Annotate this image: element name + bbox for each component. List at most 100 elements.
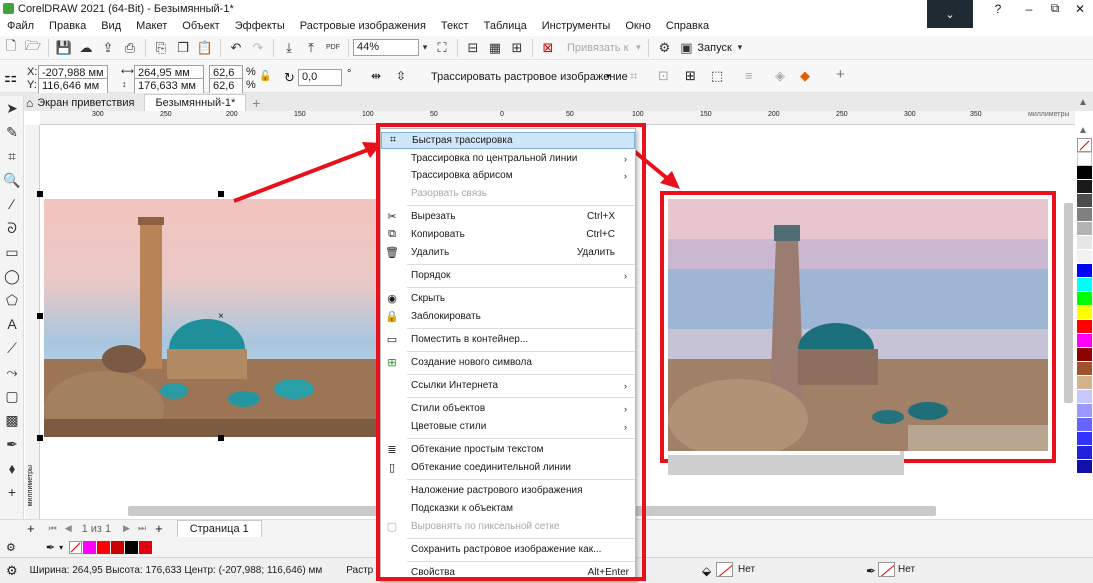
snap-to-button[interactable]: Привязать к (567, 42, 628, 54)
cloud-icon[interactable]: ☁ (75, 38, 97, 58)
snap-dropdown-icon[interactable]: ▾ (632, 38, 644, 58)
menu-file[interactable]: Файл (0, 20, 42, 32)
palette-scroll-up-icon[interactable]: ▲ (1078, 125, 1088, 136)
tab-document[interactable]: Безымянный-1* (144, 94, 247, 111)
full-screen-icon[interactable]: ⛶ (431, 38, 453, 58)
palette-swatch[interactable] (1077, 250, 1092, 264)
copy-icon[interactable]: ❐ (172, 38, 194, 58)
palette-swatch[interactable] (1077, 152, 1092, 166)
stack-icon[interactable]: ◈ (775, 68, 785, 84)
palette-swatch[interactable] (1077, 404, 1092, 418)
outline-none-swatch[interactable] (878, 562, 895, 577)
bitmap-bounds-icon[interactable]: ⬚ (711, 68, 723, 84)
palette-swatch[interactable] (1077, 376, 1092, 390)
document-palette-swatch[interactable] (125, 540, 139, 554)
launch-button[interactable]: Запуск (697, 42, 731, 54)
first-page-button[interactable]: ⏮ (49, 523, 57, 534)
open-folder-icon[interactable]: 🗁 (22, 38, 44, 58)
menu-layout[interactable]: Макет (129, 20, 175, 32)
drop-shadow-icon[interactable]: ▢ (0, 384, 24, 408)
zoom-tool-icon[interactable]: 🔍 (0, 168, 24, 192)
trace-dropdown-icon[interactable]: ▾ (606, 71, 611, 82)
document-palette-swatch[interactable] (83, 540, 97, 554)
bitmap-color-mask-icon[interactable]: ≡ (745, 68, 753, 83)
add-icon[interactable]: + (836, 66, 845, 83)
menu-window[interactable]: Окно (618, 20, 659, 32)
settings-gear-icon[interactable]: ⚙ (6, 563, 18, 579)
restore-button[interactable]: ⧉ (1042, 0, 1068, 17)
ellipse-tool-icon[interactable]: ◯ (0, 264, 24, 288)
lock-ratio-icon[interactable]: 🔓 (259, 71, 271, 82)
palette-swatch[interactable] (1077, 362, 1092, 376)
palette-swatch[interactable] (1077, 180, 1092, 194)
zoom-dropdown-icon[interactable]: ▾ (419, 38, 431, 58)
menu-help[interactable]: Справка (659, 20, 717, 32)
no-color-swatch[interactable] (69, 540, 83, 554)
close-button[interactable]: ✕ (1067, 0, 1093, 17)
prev-page-button[interactable]: ◀ (65, 523, 72, 534)
menu-text[interactable]: Текст (434, 20, 477, 32)
cut-icon[interactable]: ⎘ (150, 38, 172, 58)
page-1-tab[interactable]: Страница 1 (176, 520, 262, 537)
document-palette-swatch[interactable] (97, 540, 111, 554)
options-gear-icon[interactable]: ⚙ (653, 38, 675, 58)
import-icon[interactable]: ⤓ (278, 38, 300, 58)
text-tool-icon[interactable]: A (0, 312, 24, 336)
transparency-tool-icon[interactable]: ▩ (0, 408, 24, 432)
menu-table[interactable]: Таблица (477, 20, 535, 32)
palette-swatch[interactable] (1077, 390, 1092, 404)
vertical-ruler[interactable]: миллиметры (25, 125, 40, 520)
next-page-button[interactable]: ▶ (123, 523, 130, 534)
polygon-tool-icon[interactable]: ⬠ (0, 288, 24, 312)
crop-tool-icon[interactable]: ⌗ (0, 144, 24, 168)
print-icon[interactable]: ⎙ (119, 38, 141, 58)
palette-settings-icon[interactable]: ⚙ (6, 541, 16, 554)
menu-view[interactable]: Вид (94, 20, 129, 32)
launch-icon[interactable]: ▣ (675, 38, 697, 58)
add-tab-button[interactable]: + (246, 94, 270, 111)
help-button[interactable]: ? (985, 0, 1011, 17)
menu-object[interactable]: Объект (175, 20, 227, 32)
palette-swatch[interactable] (1077, 432, 1092, 446)
minimize-button[interactable]: – (1016, 0, 1042, 17)
cloud-upload-icon[interactable]: ⇪ (97, 38, 119, 58)
palette-swatch[interactable] (1077, 222, 1092, 236)
palette-swatch[interactable] (1077, 348, 1092, 362)
fill-bucket-icon[interactable]: ⬙ (702, 564, 711, 578)
mirror-vertical-icon[interactable]: ⇳ (396, 69, 406, 83)
last-page-button[interactable]: ⏭ (138, 523, 146, 534)
outline-pen-icon[interactable]: ✒ (866, 564, 876, 578)
rulers-icon[interactable]: ⊟ (462, 38, 484, 58)
parallel-dimension-icon[interactable]: ⟋ (0, 336, 24, 360)
menu-edit[interactable]: Правка (42, 20, 94, 32)
save-icon[interactable]: 💾 (53, 38, 75, 58)
undo-icon[interactable]: ↶ (225, 38, 247, 58)
add-page-after-button[interactable]: + (155, 521, 163, 536)
pdf-icon[interactable]: PDF (322, 38, 344, 58)
menu-tools[interactable]: Инструменты (535, 20, 619, 32)
launch-dropdown-icon[interactable]: ▾ (732, 38, 748, 58)
vertical-scrollbar[interactable] (1064, 203, 1073, 403)
menu-bitmaps[interactable]: Растровые изображения (293, 20, 434, 32)
palette-swatch[interactable] (1077, 418, 1092, 432)
guides-icon[interactable]: ⊞ (506, 38, 528, 58)
palette-swatch[interactable] (1077, 236, 1092, 250)
eyedropper-icon[interactable]: ✒ (46, 541, 55, 554)
artistic-media-icon[interactable]: ᘐ (0, 216, 24, 240)
resample-icon[interactable]: ⊞ (685, 68, 696, 84)
crop-bitmap-icon[interactable]: ⌗ (630, 68, 637, 84)
edit-bitmap-icon[interactable]: ⊡ (658, 68, 669, 84)
zoom-field[interactable]: 44% (353, 39, 419, 56)
new-document-icon[interactable]: 🗋 (0, 38, 22, 58)
palette-swatch[interactable] (1077, 306, 1092, 320)
paste-icon[interactable]: 📋 (194, 38, 216, 58)
palette-swatch[interactable] (1077, 278, 1092, 292)
rectangle-tool-icon[interactable]: ▭ (0, 240, 24, 264)
alignment-guides-icon[interactable]: ⊠ (537, 38, 559, 58)
palette-dropdown-icon[interactable]: ▾ (59, 543, 63, 552)
trace-bitmap-button[interactable]: Трассировать растровое изображение (431, 71, 628, 83)
palette-swatch[interactable] (1077, 334, 1092, 348)
palette-swatch[interactable] (1077, 460, 1092, 474)
palette-swatch[interactable] (1077, 194, 1092, 208)
angle-field[interactable]: 0,0 (298, 69, 342, 86)
